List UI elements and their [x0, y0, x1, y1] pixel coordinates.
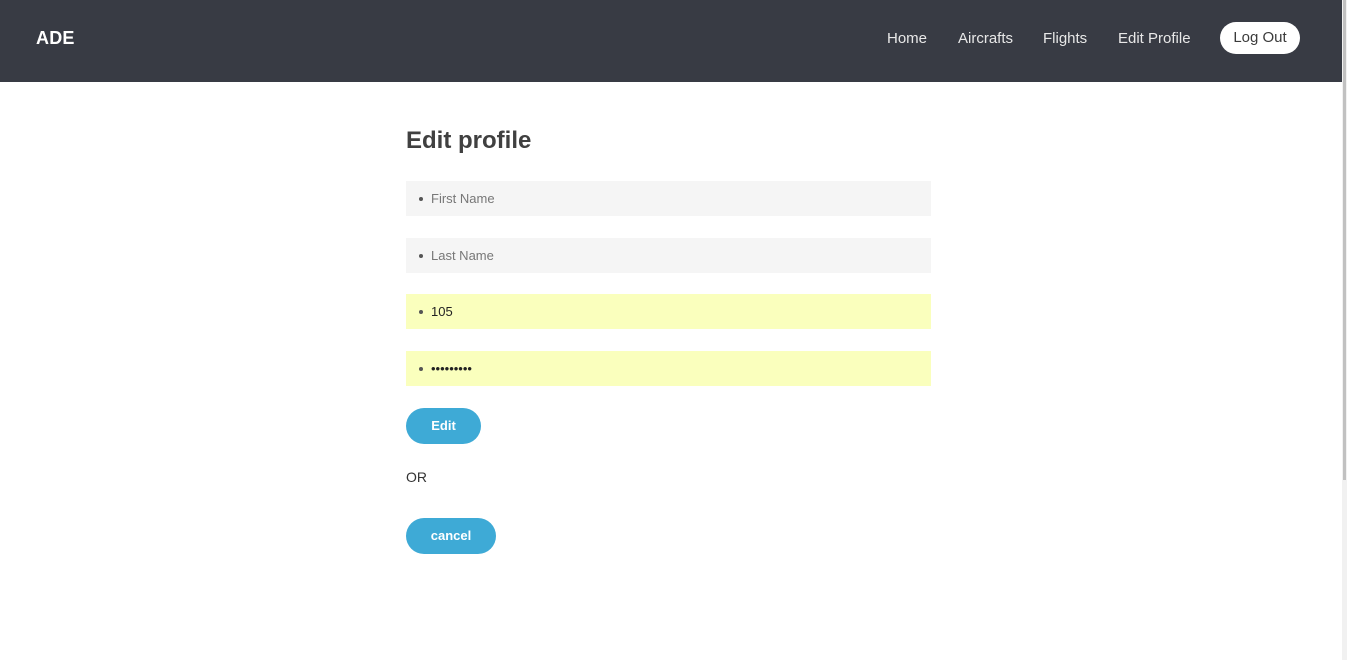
top-navbar: ADE Home Aircrafts Flights Edit Profile …	[0, 0, 1342, 82]
nav-aircrafts[interactable]: Aircrafts	[958, 30, 1013, 47]
bullet-icon	[419, 367, 423, 371]
cancel-button[interactable]: cancel	[406, 518, 496, 554]
scrollbar-thumb[interactable]	[1343, 0, 1346, 480]
id-input[interactable]	[431, 294, 921, 329]
edit-button[interactable]: Edit	[406, 408, 481, 444]
bullet-icon	[419, 254, 423, 258]
page: ADE Home Aircrafts Flights Edit Profile …	[0, 0, 1347, 660]
nav-home[interactable]: Home	[887, 30, 927, 47]
page-title: Edit profile	[406, 127, 532, 154]
bullet-icon	[419, 310, 423, 314]
bullet-icon	[419, 197, 423, 201]
logout-button[interactable]: Log Out	[1220, 22, 1300, 54]
last-name-field	[406, 238, 931, 273]
id-field	[406, 294, 931, 329]
brand-logo[interactable]: ADE	[36, 28, 75, 49]
last-name-input[interactable]	[431, 238, 921, 273]
nav-flights[interactable]: Flights	[1043, 30, 1087, 47]
nav-edit-profile[interactable]: Edit Profile	[1118, 30, 1191, 47]
first-name-input[interactable]	[431, 181, 921, 216]
page-scrollbar[interactable]	[1342, 0, 1347, 660]
password-input[interactable]	[431, 351, 921, 386]
first-name-field	[406, 181, 931, 216]
or-separator: OR	[406, 469, 427, 485]
password-field	[406, 351, 931, 386]
